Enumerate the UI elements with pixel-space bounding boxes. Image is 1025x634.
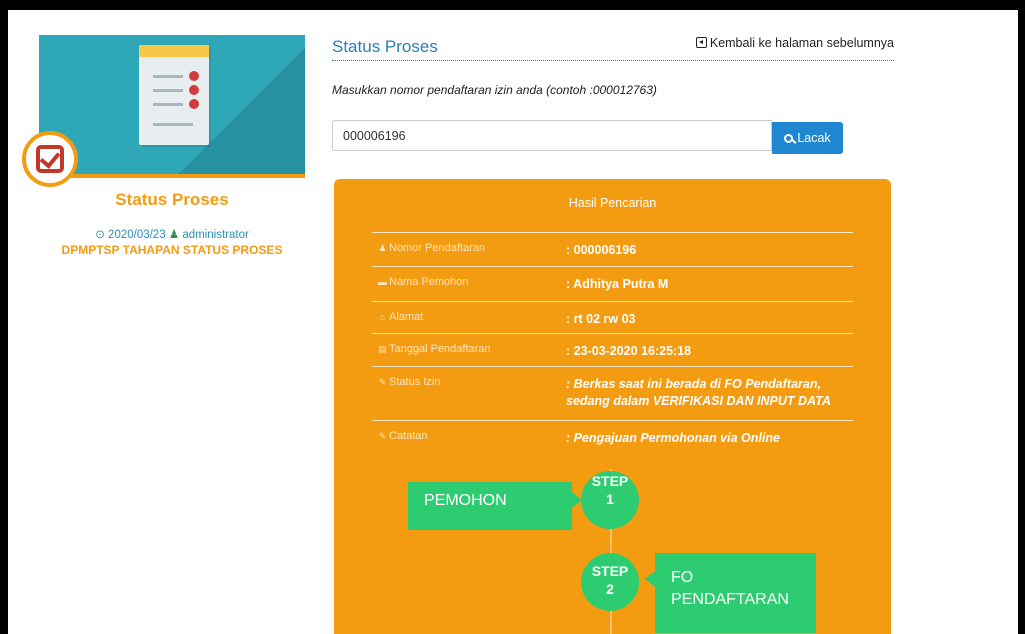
back-link[interactable]: Kembali ke halaman sebelumnya [695, 36, 894, 50]
thumbnail-accent-line [39, 174, 305, 178]
row-value: : 000006196 [566, 243, 637, 257]
checklist-document-icon [139, 45, 209, 145]
title-divider [332, 60, 894, 61]
row-value: : Adhitya Putra M [566, 277, 669, 291]
calendar-icon: ▤ [378, 344, 387, 354]
post-thumbnail[interactable] [39, 35, 305, 178]
step-number: 2 [606, 581, 614, 597]
back-link-label: Kembali ke halaman sebelumnya [709, 36, 894, 50]
row-label: Nama Pemohon [389, 276, 469, 288]
row-value: : rt 02 rw 03 [566, 312, 636, 326]
sidebar-title[interactable]: Status Proses [39, 190, 305, 210]
post-meta: ⊙ 2020/03/23 ♟ administrator [39, 227, 305, 241]
pencil-icon: ✎ [378, 377, 387, 387]
step-number: 1 [606, 491, 614, 507]
row-label: Tanggal Pendaftaran [389, 343, 491, 355]
result-table: ♟ Nomor Pendaftaran : 000006196 ▬ Nama Pem… [372, 232, 853, 454]
search-icon [784, 133, 794, 143]
result-title: Hasil Pencarian [568, 196, 657, 210]
step-word: STEP [591, 563, 629, 579]
briefcase-icon: ▬ [378, 277, 387, 287]
result-row-address: ⌂ Alamat : rt 02 rw 03 [372, 301, 853, 333]
sidebar-subtitle: DPMPTSP TAHAPAN STATUS PROSES [61, 243, 283, 257]
step-circle: STEP 1 [581, 471, 639, 529]
result-row-notes: ✎ Catatan : Pengajuan Permohonan via Onli… [372, 420, 853, 454]
result-row-permit-status: ✎ Status Izin : Berkas saat ini berada di… [372, 366, 853, 420]
row-value: : Pengajuan Permohonan via Online [566, 431, 780, 445]
result-panel: Hasil Pencarian ♟ Nomor Pendaftaran : 000… [334, 179, 891, 634]
flow-step-label: PEMOHON [408, 482, 582, 530]
result-row-applicant-name: ▬ Nama Pemohon : Adhitya Putra M [372, 266, 853, 301]
search-hint: Masukkan nomor pendaftaran izin anda (co… [332, 83, 657, 97]
track-button-label: Lacak [797, 131, 831, 145]
back-arrow-icon [695, 37, 707, 48]
user-icon: ♟ [378, 243, 387, 253]
result-row-registration-date: ▤ Tanggal Pendaftaran : 23-03-2020 16:25:… [372, 333, 853, 366]
post-author[interactable]: administrator [182, 229, 248, 241]
row-label: Alamat [389, 311, 424, 323]
step-word: STEP [591, 473, 629, 489]
row-value: : Berkas saat ini berada di FO Pendaftar… [566, 377, 831, 408]
step-circle: STEP 2 [581, 553, 639, 611]
flow-step-label: FO PENDAFTARAN [645, 553, 816, 633]
page-frame: Status Proses ⊙ 2020/03/23 ♟ administrat… [8, 10, 1018, 634]
row-value: : 23-03-2020 16:25:18 [566, 344, 692, 358]
result-row-registration-number: ♟ Nomor Pendaftaran : 000006196 [372, 232, 853, 266]
user-icon: ♟ [168, 229, 180, 241]
track-button[interactable]: Lacak [772, 122, 843, 154]
home-icon: ⌂ [379, 312, 386, 322]
page-title: Status Proses [332, 37, 438, 56]
pencil-icon: ✎ [378, 431, 387, 441]
row-label: Catatan [389, 430, 428, 442]
post-date: 2020/03/23 [108, 229, 166, 241]
row-label: Status Izin [389, 376, 441, 388]
registration-number-input[interactable] [332, 120, 772, 151]
checkbox-badge-icon [22, 131, 78, 187]
clock-icon: ⊙ [95, 229, 105, 241]
row-label: Nomor Pendaftaran [389, 242, 485, 254]
